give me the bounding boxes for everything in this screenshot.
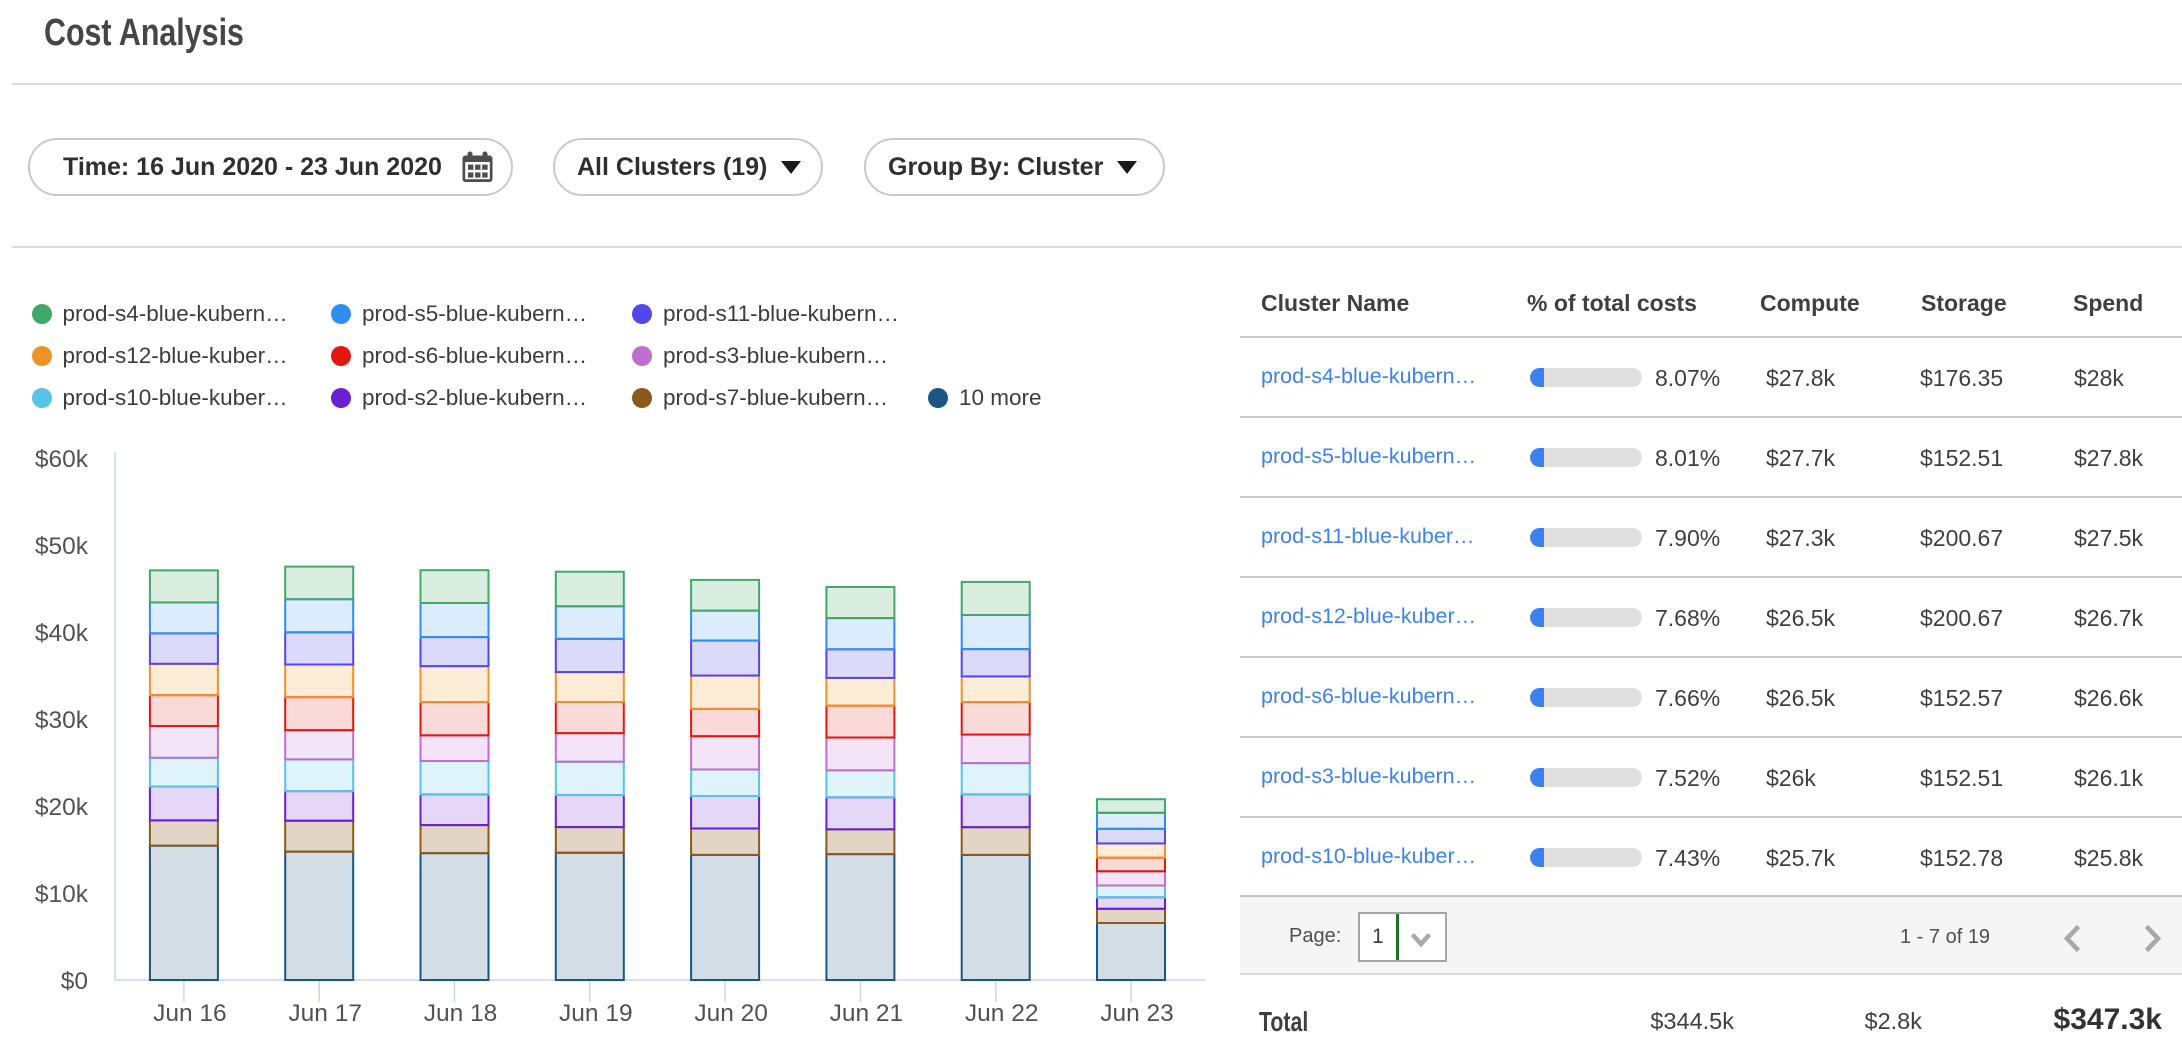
svg-text:Jun 23: Jun 23	[1100, 1000, 1174, 1027]
svg-text:$10k: $10k	[35, 881, 89, 908]
svg-text:$60k: $60k	[35, 446, 89, 473]
svg-text:$20k: $20k	[35, 794, 89, 821]
svg-text:$50k: $50k	[35, 533, 89, 560]
svg-text:Jun 21: Jun 21	[830, 1000, 904, 1027]
svg-text:Jun 20: Jun 20	[694, 1000, 768, 1027]
svg-text:Jun 17: Jun 17	[288, 1000, 362, 1027]
svg-text:Jun 22: Jun 22	[965, 1000, 1039, 1027]
svg-text:Jun 16: Jun 16	[153, 1000, 227, 1027]
svg-text:$0: $0	[61, 968, 88, 995]
svg-text:$30k: $30k	[35, 707, 89, 734]
svg-text:Jun 18: Jun 18	[424, 1000, 498, 1027]
svg-text:Jun 19: Jun 19	[559, 1000, 633, 1027]
svg-text:$40k: $40k	[35, 620, 89, 647]
